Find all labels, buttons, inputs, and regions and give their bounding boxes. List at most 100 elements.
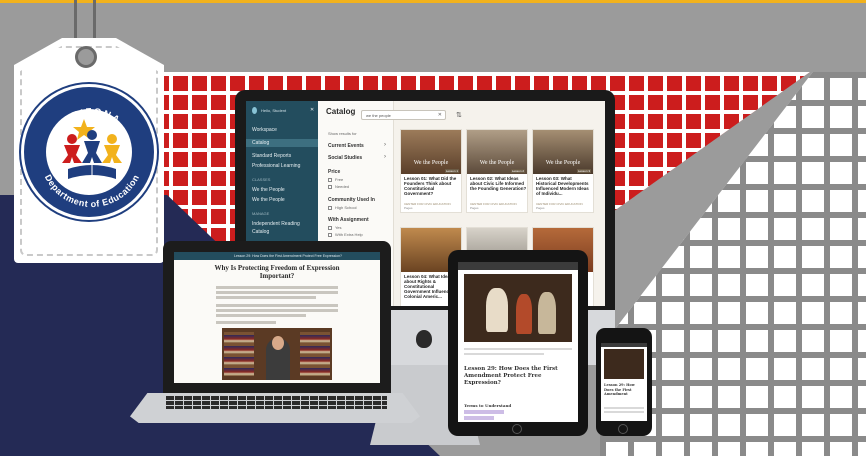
sidebar-classes-header: CLASSES [252,177,271,182]
highlight-term [464,416,494,420]
close-icon[interactable]: ✕ [310,107,314,113]
clear-icon[interactable]: ✕ [438,112,442,118]
search-input[interactable]: we the people ✕ [361,110,446,120]
filter-community-label: Community Used In [328,197,375,203]
catalog-title: Catalog [326,107,356,116]
card-watermark: We the People [413,160,449,166]
speaker-face [272,336,284,350]
text-line [216,304,338,307]
text-line [216,286,338,289]
sidebar-manage-item[interactable]: Catalog [252,229,269,235]
catalog-card[interactable]: We the People Lesson 3 Lesson 03: What H… [532,129,594,213]
card-painting-image [467,130,527,174]
phone-lesson-title: Lesson 29: How Does the First Amendment [604,383,635,396]
chevron-right-icon[interactable]: › [384,154,386,160]
sidebar-item-catalog[interactable]: Catalog [246,139,318,147]
catalog-card[interactable]: We the People Lesson 2 Lesson 02: What I… [466,129,528,213]
tablet-toolbar [458,262,578,270]
hero-illustration: ARIZONA Department of Education Hello, S… [0,0,866,456]
text-line [216,296,316,299]
price-needed-checkbox[interactable] [328,185,332,189]
video-player[interactable] [222,328,332,380]
card-footer: Pages [404,206,413,210]
apple-logo-icon [416,330,432,348]
card-painting-image [533,130,593,174]
card-badge: Lesson 2 [510,169,525,173]
text-line [464,348,572,350]
child-figure-gold-icon [102,145,122,163]
bookshelf-image [224,332,254,376]
text-line [604,407,644,409]
app-logo-icon [252,107,257,114]
tablet-screen: Lesson 29: How Does the First Amendment … [458,262,578,422]
community-checkbox[interactable] [328,206,332,210]
card-footer: Pages [536,206,545,210]
painting-figure [516,294,532,334]
tag-hole [75,46,97,68]
sidebar-manage-header: MANAGE [252,211,270,216]
svg-text:Department of Education: Department of Education [43,173,141,209]
laptop-keyboard [165,395,387,409]
assign-yes-label: Yes [335,225,342,230]
tablet-home-button [512,424,522,434]
assign-help-checkbox[interactable] [328,233,332,237]
text-line [216,291,338,294]
filter-assign-label: With Assignment [328,217,369,223]
text-line [216,321,276,324]
laptop-screen: Lesson 29: How Does the First Amendment … [174,252,380,383]
price-free-checkbox[interactable] [328,178,332,182]
sidebar-user: Hello, Student [261,108,287,113]
logo-bottom-text: Department of Education [43,173,141,209]
text-line [604,411,644,413]
laptop-topbar: Lesson 29: How Does the First Amendment … [174,252,380,260]
price-free-label: Free [335,177,344,182]
painting-figure [486,288,508,332]
child-figure-blue-icon [82,141,102,163]
laptop-article-heading: Why Is Protecting Freedom of Expression … [214,264,340,280]
sidebar-class-item[interactable]: We the People [252,197,285,203]
text-line [216,314,306,317]
phone-painting-image [604,349,644,379]
card-badge: Lesson 1 [444,169,459,173]
card-title: Lesson 02: What Ideas about Civic Life I… [470,176,527,191]
phone-toolbar [601,343,647,347]
card-painting-image [401,130,461,174]
child-figure-red-icon [62,145,82,163]
assign-yes-checkbox[interactable] [328,226,332,230]
sidebar-item-reports[interactable]: Standard Reports [252,153,291,159]
sidebar-class-item[interactable]: We the People [252,187,285,193]
filter-group-social-studies[interactable]: Social Studies [328,155,362,161]
painting-figure [538,292,556,334]
catalog-card[interactable]: We the People Lesson 1 Lesson 01: What D… [400,129,462,213]
sidebar-item-workspace[interactable]: Workspace [252,127,277,133]
logo-top-text: ARIZONA [62,107,121,127]
sidebar-manage-item[interactable]: Independent Reading [252,221,300,227]
filter-price-label: Price [328,169,341,175]
highlight-term [464,410,504,414]
card-footer: Pages [470,206,479,210]
card-title: Lesson 01: What Did the Founders Think a… [404,176,457,196]
top-accent-bar [0,0,866,3]
tablet-lesson-title: Lesson 29: How Does the First Amendment … [464,366,558,386]
sort-icon[interactable]: ⇅ [456,111,462,119]
phone-home-button [618,424,628,434]
card-title: Lesson 03: What Historical Developments … [536,176,589,196]
seal-graphic: ARIZONA Department of Education [43,107,141,209]
ade-logo-seal: ARIZONA Department of Education [21,84,157,220]
card-badge: Lesson 3 [576,169,591,173]
filter-group-current-events[interactable]: Current Events [328,143,364,149]
community-option-label: High School [335,205,357,210]
chevron-right-icon[interactable]: › [384,142,386,148]
card-watermark: We the People [479,160,515,166]
filter-header: Show results for [328,131,357,136]
card-watermark: We the People [545,160,581,166]
laptop-topbar-title: Lesson 29: How Does the First Amendment … [234,254,342,258]
text-line [216,309,338,312]
search-value: we the people [366,113,391,118]
assign-help-label: With Extra Help [335,232,363,237]
phone-screen: Lesson 29: How Does the First Amendment [601,343,647,421]
tablet-painting-image [464,274,572,342]
text-line [464,353,544,355]
bookshelf-image [300,332,330,376]
sidebar-item-learning[interactable]: Professional Learning [252,163,300,169]
